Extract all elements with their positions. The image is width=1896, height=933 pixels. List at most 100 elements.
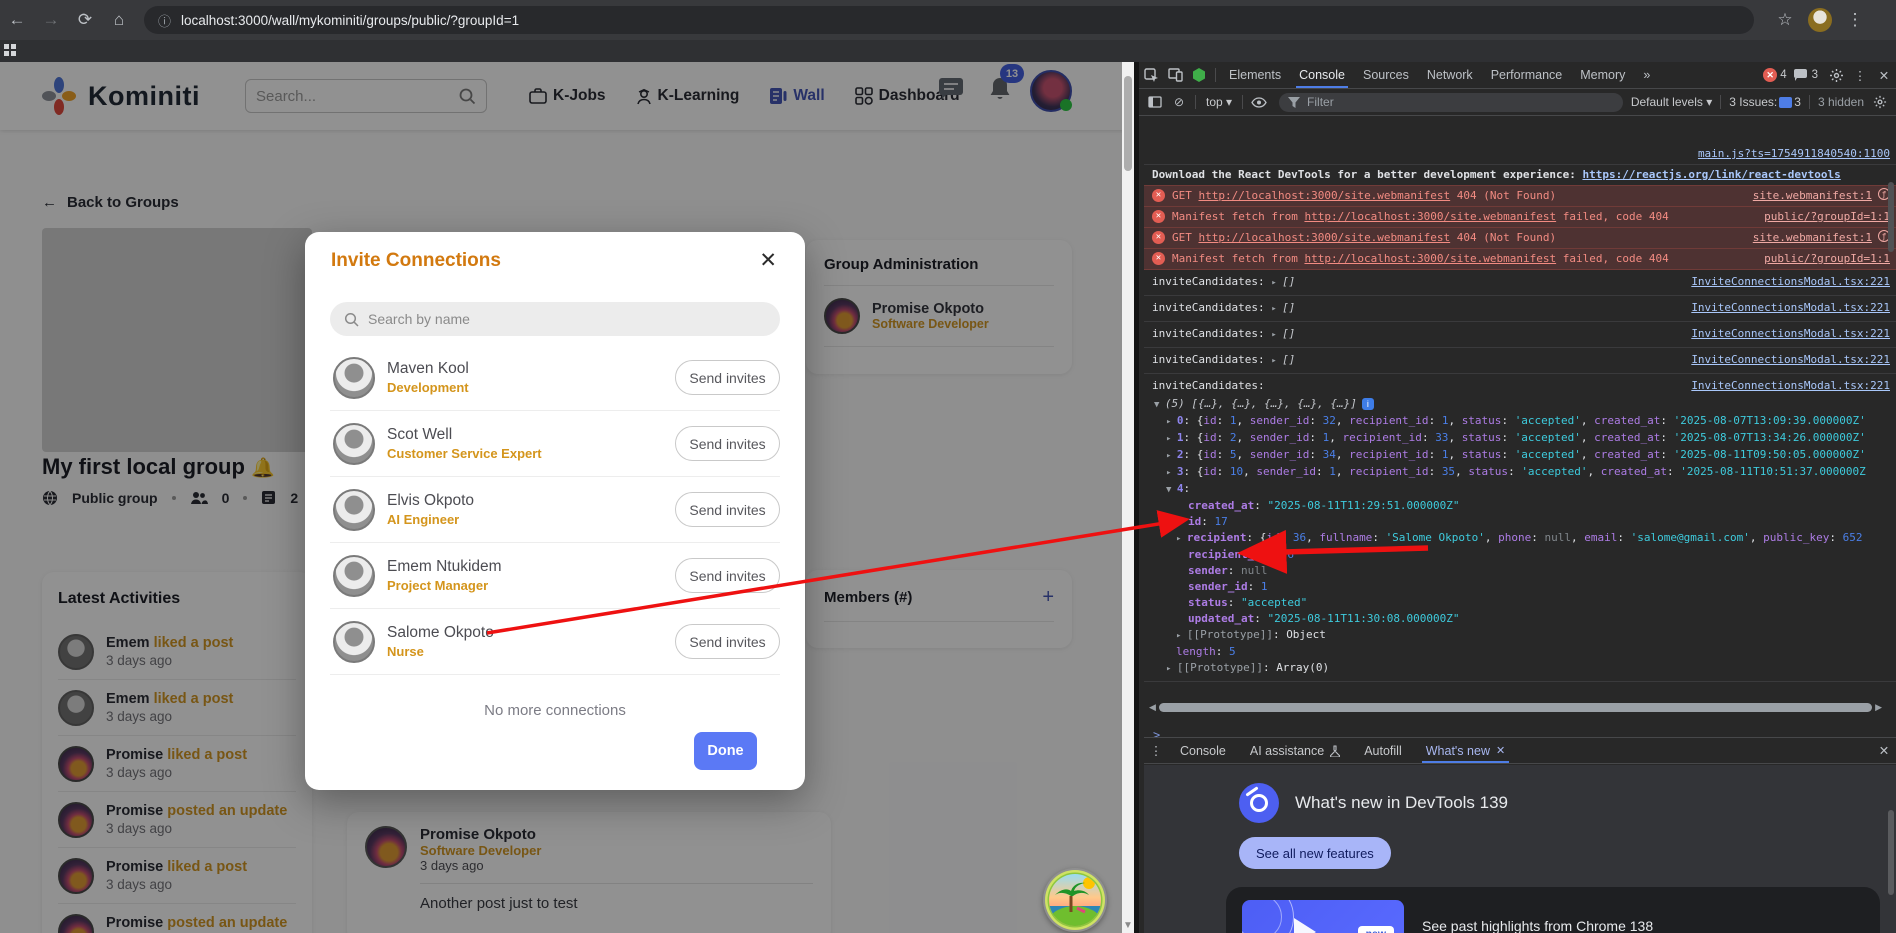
console-row[interactable]: inviteCandidates: ▸ [] InviteConnections… — [1144, 322, 1896, 348]
apps-grid-icon[interactable] — [4, 44, 17, 57]
console-log-area: main.js?ts=1754911840540:1100 Download t… — [1144, 117, 1896, 737]
more-tabs-icon[interactable]: » — [1634, 62, 1659, 88]
person-name: Salome Okpoto — [387, 624, 494, 642]
error-icon: ✕ — [1152, 252, 1165, 265]
url-text[interactable]: localhost:3000/wall/mykominiti/groups/pu… — [181, 13, 519, 28]
array-preview[interactable]: ▼ (5) [{…}, {…}, {…}, {…}, {…}]i — [1144, 396, 1896, 413]
tab-console[interactable]: Console — [1290, 62, 1354, 88]
scrollbar-thumb[interactable] — [1124, 76, 1132, 171]
send-invites-button[interactable]: Send invites — [675, 360, 780, 395]
clear-console-icon[interactable]: ⊘ — [1167, 89, 1191, 115]
array-item-expanded[interactable]: ▼ 4: — [1144, 481, 1896, 498]
tab-elements[interactable]: Elements — [1220, 62, 1290, 88]
array-item[interactable]: ▸ 0: {id: 1, sender_id: 32, recipient_id… — [1144, 413, 1896, 430]
object-property: status: "accepted" — [1144, 595, 1896, 611]
log-levels-selector[interactable]: Default levels ▾ — [1631, 95, 1712, 109]
highlights-thumbnail[interactable]: new — [1242, 900, 1404, 933]
object-property[interactable]: ▸ recipient: {id: 36, fullname: 'Salome … — [1144, 530, 1896, 547]
source-link[interactable]: site.webmanifest:1 — [1753, 188, 1872, 204]
drawer-tab-ai-assistance[interactable]: AI assistance — [1238, 738, 1352, 763]
console-messages-icon[interactable] — [1793, 62, 1809, 88]
filter-placeholder: Filter — [1307, 95, 1334, 109]
devtools-close-icon[interactable]: ✕ — [1872, 62, 1896, 88]
object-property: recipient_id: 36 — [1144, 547, 1896, 563]
console-error-row: ✕ GET http://localhost:3000/site.webmani… — [1144, 185, 1896, 207]
console-filter-input[interactable]: Filter — [1279, 93, 1623, 112]
source-link[interactable]: InviteConnectionsModal.tsx:221 — [1691, 352, 1890, 368]
source-link[interactable]: public/?groupId=1:1 — [1764, 209, 1890, 225]
source-link[interactable]: InviteConnectionsModal.tsx:221 — [1691, 274, 1890, 290]
issues-label[interactable]: 3 Issues: — [1729, 95, 1777, 109]
object-property: updated_at: "2025-08-11T11:30:08.000000Z… — [1144, 611, 1896, 627]
inspect-element-icon[interactable] — [1139, 62, 1163, 88]
see-all-features-button[interactable]: See all new features — [1239, 837, 1391, 869]
console-row[interactable]: inviteCandidates: ▸ [] InviteConnections… — [1144, 348, 1896, 374]
tab-sources[interactable]: Sources — [1354, 62, 1418, 88]
issues-count: 3 — [1794, 95, 1801, 109]
prototype-row[interactable]: ▸ [[Prototype]]: Array(0) — [1144, 660, 1896, 677]
bookmark-star-icon[interactable]: ☆ — [1768, 10, 1802, 30]
prototype-row[interactable]: ▸ [[Prototype]]: Object — [1144, 627, 1896, 644]
source-link[interactable]: main.js?ts=1754911840540:1100 — [1698, 146, 1890, 162]
site-info-icon[interactable]: ⓘ — [158, 11, 171, 30]
drawer-tab-autofill[interactable]: Autofill — [1352, 738, 1414, 763]
tab-memory[interactable]: Memory — [1571, 62, 1634, 88]
scroll-down-arrow[interactable]: ▼ — [1122, 920, 1134, 931]
context-selector[interactable]: top ▾ — [1200, 95, 1238, 109]
source-link[interactable]: InviteConnectionsModal.tsx:221 — [1691, 300, 1890, 316]
browser-menu-icon[interactable]: ⋮ — [1838, 10, 1872, 30]
console-horizontal-scrollbar[interactable]: ◀▶ — [1149, 702, 1882, 713]
reload-icon[interactable]: ⟳ — [68, 10, 102, 30]
vue-devtools-icon[interactable] — [1187, 62, 1211, 88]
source-link[interactable]: site.webmanifest:1 — [1753, 230, 1872, 246]
invite-row: Emem Ntukidem Project Manager Send invit… — [330, 543, 780, 609]
address-bar[interactable]: ⓘ localhost:3000/wall/mykominiti/groups/… — [144, 6, 1754, 34]
send-invites-button[interactable]: Send invites — [675, 426, 780, 461]
console-settings-gear-icon[interactable] — [1868, 89, 1892, 115]
source-link[interactable]: public/?groupId=1:1 — [1764, 251, 1890, 267]
send-invites-button[interactable]: Send invites — [675, 624, 780, 659]
drawer-scrollbar[interactable] — [1888, 810, 1894, 895]
highlights-card[interactable]: new See past highlights from Chrome 138 — [1226, 887, 1880, 933]
close-tab-icon[interactable]: ✕ — [1496, 744, 1505, 757]
no-more-connections-label: No more connections — [305, 702, 805, 719]
array-item[interactable]: ▸ 3: {id: 10, sender_id: 1, recipient_id… — [1144, 464, 1896, 481]
forward-icon[interactable]: → — [34, 10, 68, 30]
back-icon[interactable]: ← — [0, 10, 34, 30]
devtools-drawer: ⋮ Console AI assistance Autofill What's … — [1144, 737, 1896, 933]
play-icon — [1294, 918, 1316, 933]
page-scrollbar[interactable]: ▼ — [1122, 62, 1134, 933]
console-scrollbar[interactable] — [1888, 182, 1894, 252]
devtools-menu-icon[interactable]: ⋮ — [1848, 62, 1872, 88]
settings-gear-icon[interactable] — [1824, 62, 1848, 88]
tab-performance[interactable]: Performance — [1482, 62, 1572, 88]
device-toolbar-icon[interactable] — [1163, 62, 1187, 88]
console-row[interactable]: inviteCandidates: ▸ [] InviteConnections… — [1144, 296, 1896, 322]
drawer-menu-icon[interactable]: ⋮ — [1144, 738, 1168, 763]
hidden-messages-label[interactable]: 3 hidden — [1818, 95, 1864, 109]
home-icon[interactable]: ⌂ — [102, 10, 136, 30]
drawer-tab-whats-new[interactable]: What's new ✕ — [1414, 738, 1517, 763]
send-invites-button[interactable]: Send invites — [675, 558, 780, 593]
done-button[interactable]: Done — [694, 732, 757, 770]
source-link[interactable]: InviteConnectionsModal.tsx:221 — [1691, 326, 1890, 342]
person-name: Maven Kool — [387, 360, 469, 378]
console-sidebar-icon[interactable] — [1143, 89, 1167, 115]
tab-network[interactable]: Network — [1418, 62, 1482, 88]
invite-search-input[interactable]: Search by name — [330, 302, 780, 336]
live-expression-eye-icon[interactable] — [1247, 89, 1271, 115]
array-item[interactable]: ▸ 1: {id: 2, sender_id: 1, recipient_id:… — [1144, 430, 1896, 447]
console-row: Download the React DevTools for a better… — [1144, 165, 1896, 186]
drawer-close-icon[interactable]: ✕ — [1872, 738, 1896, 763]
error-count-icon[interactable]: ✕ — [1763, 68, 1777, 82]
console-row[interactable]: inviteCandidates: ▸ [] InviteConnections… — [1144, 270, 1896, 296]
source-link[interactable]: InviteConnectionsModal.tsx:221 — [1691, 378, 1890, 394]
send-invites-button[interactable]: Send invites — [675, 492, 780, 527]
island-widget-icon[interactable] — [1043, 868, 1107, 932]
bookmarks-bar — [0, 40, 1896, 62]
info-icon: i — [1362, 398, 1374, 410]
drawer-tab-console[interactable]: Console — [1168, 738, 1238, 763]
array-item[interactable]: ▸ 2: {id: 5, sender_id: 34, recipient_id… — [1144, 447, 1896, 464]
browser-profile-avatar[interactable] — [1808, 8, 1832, 32]
close-icon[interactable]: ✕ — [759, 248, 777, 273]
